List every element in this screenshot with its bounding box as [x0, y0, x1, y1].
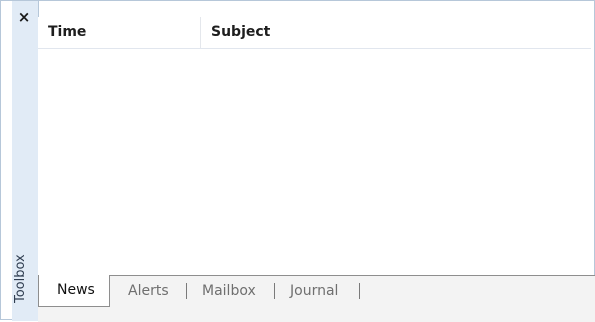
- tab-journal[interactable]: Journal: [290, 276, 338, 306]
- tab-separator: [274, 283, 275, 299]
- tab-separator: [186, 283, 187, 299]
- toolbox-window: × Toolbox Time Subject News Alerts Mailb…: [0, 0, 595, 322]
- tab-alerts[interactable]: Alerts: [128, 276, 169, 306]
- column-header-subject[interactable]: Subject: [201, 17, 591, 48]
- tab-news[interactable]: News: [38, 275, 110, 307]
- column-header-time[interactable]: Time: [38, 17, 201, 48]
- tab-separator: [359, 283, 360, 299]
- message-list-body[interactable]: [38, 49, 591, 275]
- close-icon[interactable]: ×: [15, 8, 33, 26]
- toolbox-vertical-label: Toolbox: [13, 254, 28, 303]
- tab-mailbox[interactable]: Mailbox: [202, 276, 256, 306]
- tab-strip: News Alerts Mailbox Journal: [38, 275, 595, 322]
- list-header: Time Subject: [38, 17, 591, 49]
